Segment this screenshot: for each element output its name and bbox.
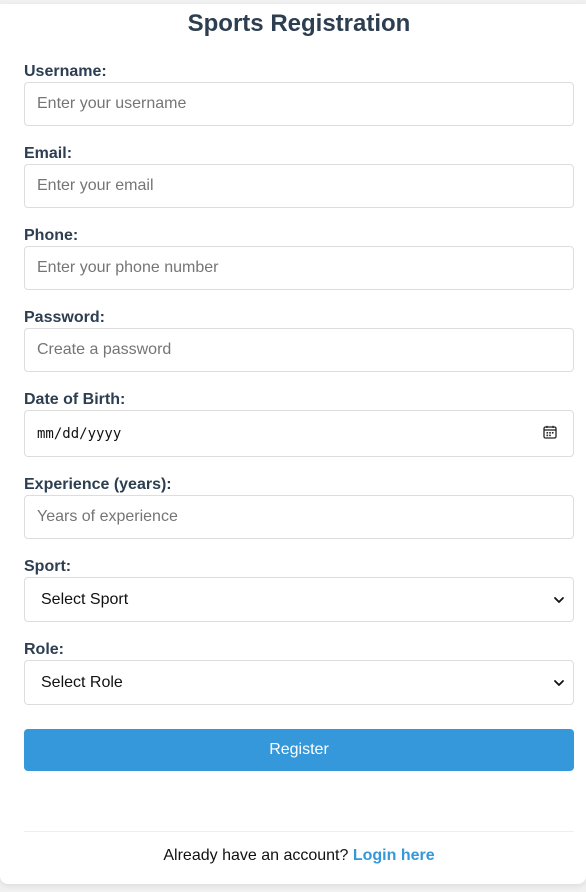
- username-input[interactable]: Enter your username: [24, 82, 574, 126]
- password-placeholder: Create a password: [37, 341, 172, 358]
- email-label: Email:: [24, 145, 73, 162]
- register-button[interactable]: Register: [24, 729, 574, 771]
- phone-input[interactable]: Enter your phone number: [24, 246, 574, 290]
- dob-value: mm/dd/yyyy: [37, 425, 122, 442]
- role-select[interactable]: Select Role: [24, 660, 574, 705]
- experience-placeholder: Years of experience: [37, 508, 178, 525]
- divider: [24, 831, 574, 832]
- footer-text: Already have an account?: [163, 847, 349, 864]
- login-link[interactable]: Login here: [353, 847, 435, 864]
- role-label: Role:: [24, 641, 64, 658]
- sport-selected-value: Select Sport: [41, 590, 129, 608]
- registration-card: Sports Registration Username: Enter your…: [0, 4, 586, 884]
- password-input[interactable]: Create a password: [24, 328, 574, 372]
- experience-label: Experience (years):: [24, 476, 172, 493]
- dob-input[interactable]: mm/dd/yyyy: [24, 410, 574, 457]
- page-title: Sports Registration: [187, 10, 411, 37]
- role-selected-value: Select Role: [41, 673, 123, 691]
- footer: Already have an account? Login here: [0, 846, 586, 866]
- calendar-icon[interactable]: [543, 425, 557, 439]
- experience-input[interactable]: Years of experience: [24, 495, 574, 539]
- phone-label: Phone:: [24, 227, 79, 244]
- email-placeholder: Enter your email: [37, 177, 154, 194]
- phone-placeholder: Enter your phone number: [37, 259, 219, 276]
- dob-label: Date of Birth:: [24, 391, 126, 408]
- sport-label: Sport:: [24, 558, 72, 575]
- chevron-down-icon: [554, 680, 564, 686]
- username-placeholder: Enter your username: [37, 95, 187, 112]
- password-label: Password:: [24, 309, 105, 326]
- email-input[interactable]: Enter your email: [24, 164, 574, 208]
- username-label: Username:: [24, 63, 107, 80]
- sport-select[interactable]: Select Sport: [24, 577, 574, 622]
- chevron-down-icon: [554, 597, 564, 603]
